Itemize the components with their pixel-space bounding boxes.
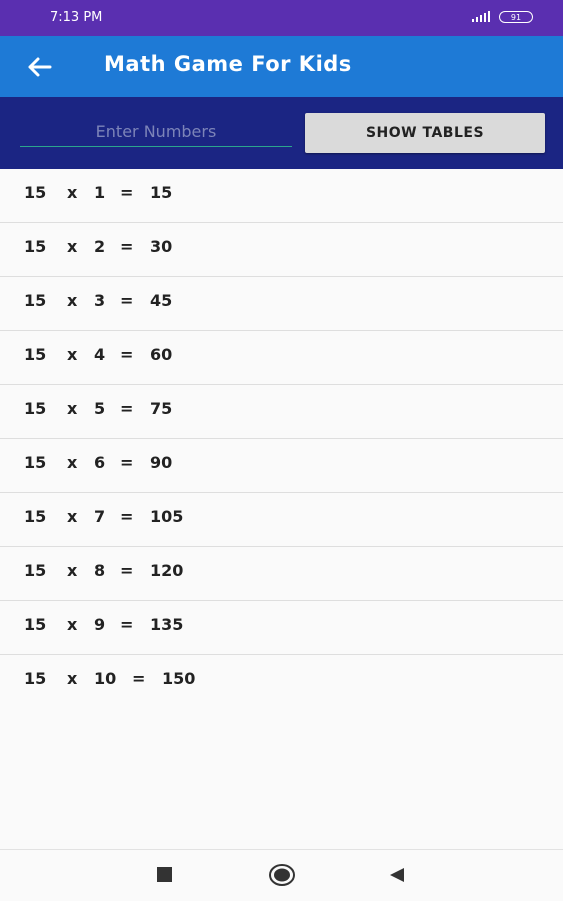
row-base: 15 [24,615,47,634]
row-result: 15 [150,183,173,202]
row-multiplier: 6 [94,453,106,472]
table-row: 15 x 4 = 60 [0,331,563,385]
row-result: 45 [150,291,173,310]
row-base: 15 [24,399,47,418]
row-result: 120 [150,561,184,580]
table-row: 15 x 7 = 105 [0,493,563,547]
enter-numbers-input[interactable] [20,116,292,147]
square-recents-icon[interactable] [156,866,174,884]
table-row: 15 x 9 = 135 [0,601,563,655]
row-result: 105 [150,507,184,526]
signal-icon [472,11,490,22]
status-icons: 91 [471,11,533,23]
show-tables-button[interactable]: SHOW TABLES [305,113,545,153]
table-row: 15 x 3 = 45 [0,277,563,331]
row-equals-sign: = [120,399,134,418]
row-multiplier: 3 [94,291,106,310]
row-multiplier: 4 [94,345,106,364]
row-equals-sign: = [120,345,134,364]
row-base: 15 [24,669,47,688]
row-base: 15 [24,345,47,364]
row-result: 90 [150,453,173,472]
row-times-sign: x [67,399,78,418]
row-result: 60 [150,345,173,364]
battery-icon: 91 [499,11,533,23]
row-base: 15 [24,183,47,202]
table-row: 15 x 5 = 75 [0,385,563,439]
row-times-sign: x [67,237,78,256]
app-bar: Math Game For Kids [0,36,563,97]
row-equals-sign: = [120,291,134,310]
row-equals-sign: = [120,561,134,580]
row-result: 30 [150,237,173,256]
table-list: 15 x 1 = 15 15 x 2 = 30 15 x 3 = 45 15 x… [0,169,563,709]
row-result: 150 [162,669,196,688]
row-equals-sign: = [120,183,134,202]
row-times-sign: x [67,669,78,688]
row-equals-sign: = [120,615,134,634]
row-base: 15 [24,453,47,472]
circle-home-icon[interactable] [268,863,296,887]
table-row: 15 x 6 = 90 [0,439,563,493]
row-equals-sign: = [120,507,134,526]
status-time: 7:13 PM [50,10,103,25]
row-equals-sign: = [120,237,134,256]
row-times-sign: x [67,615,78,634]
row-multiplier: 1 [94,183,106,202]
row-multiplier: 2 [94,237,106,256]
row-base: 15 [24,237,47,256]
row-base: 15 [24,561,47,580]
row-result: 75 [150,399,173,418]
row-multiplier: 9 [94,615,106,634]
row-base: 15 [24,507,47,526]
app-title: Math Game For Kids [104,52,352,76]
navigation-bar [0,849,563,901]
row-times-sign: x [67,291,78,310]
table-row: 15 x 1 = 15 [0,169,563,223]
table-row: 15 x 2 = 30 [0,223,563,277]
row-times-sign: x [67,183,78,202]
row-base: 15 [24,291,47,310]
row-times-sign: x [67,561,78,580]
row-times-sign: x [67,453,78,472]
table-row: 15 x 10 = 150 [0,655,563,709]
row-equals-sign: = [120,453,134,472]
row-equals-sign: = [132,669,146,688]
row-multiplier: 5 [94,399,106,418]
table-row: 15 x 8 = 120 [0,547,563,601]
triangle-back-icon[interactable] [388,866,406,884]
arrow-left-icon[interactable] [22,52,56,82]
row-result: 135 [150,615,184,634]
row-multiplier: 7 [94,507,106,526]
row-times-sign: x [67,507,78,526]
row-multiplier: 10 [94,669,117,688]
status-bar: 7:13 PM 91 [0,0,563,36]
row-multiplier: 8 [94,561,106,580]
row-times-sign: x [67,345,78,364]
